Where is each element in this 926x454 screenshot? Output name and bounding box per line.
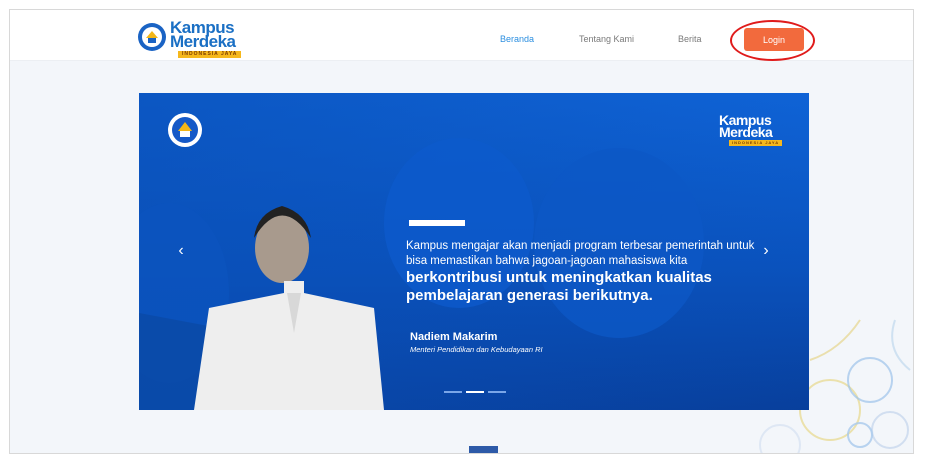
hero-carousel[interactable]: Kampus Merdeka INDONESIA JAYA Kampus men… (139, 93, 809, 410)
site-header: Kampus Merdeka INDONESIA JAYA Beranda Te… (10, 10, 913, 61)
carousel-indicator[interactable] (466, 391, 484, 393)
hero-logo-line2: Merdeka (719, 124, 773, 140)
carousel-indicator[interactable] (488, 391, 506, 393)
nav-beranda[interactable]: Beranda (500, 34, 534, 44)
kampus-merdeka-logo[interactable]: Kampus Merdeka INDONESIA JAYA (137, 18, 257, 58)
speaker-role: Menteri Pendidikan dan Kebudayaan RI (410, 345, 543, 354)
logo-text-line2: Merdeka (170, 32, 236, 51)
tut-wuri-handayani-icon (168, 113, 202, 147)
carousel-prev-icon[interactable]: ‹ (173, 242, 189, 260)
nav-berita[interactable]: Berita (678, 34, 702, 44)
hero-quote: Kampus mengajar akan menjadi program ter… (406, 239, 766, 305)
browser-viewport: Kampus Merdeka INDONESIA JAYA Beranda Te… (9, 9, 914, 454)
quote-text: Kampus mengajar akan menjadi program ter… (406, 240, 755, 267)
quote-accent-bar (409, 220, 465, 226)
login-highlight-circle (730, 20, 815, 61)
scroll-section-tab[interactable] (469, 446, 498, 453)
carousel-next-icon[interactable]: › (758, 242, 774, 260)
carousel-indicator[interactable] (444, 391, 462, 393)
hero-logo-ribbon: INDONESIA JAYA (729, 140, 783, 146)
logo-ribbon: INDONESIA JAYA (178, 51, 242, 58)
tut-wuri-handayani-icon (138, 23, 166, 51)
speaker-name: Nadiem Makarim (410, 331, 498, 343)
hero-kampus-merdeka-logo: Kampus Merdeka INDONESIA JAYA (717, 113, 787, 149)
quote-highlight: berkontribusi untuk meningkatkan kualita… (406, 269, 712, 304)
nav-tentang-kami[interactable]: Tentang Kami (579, 34, 634, 44)
